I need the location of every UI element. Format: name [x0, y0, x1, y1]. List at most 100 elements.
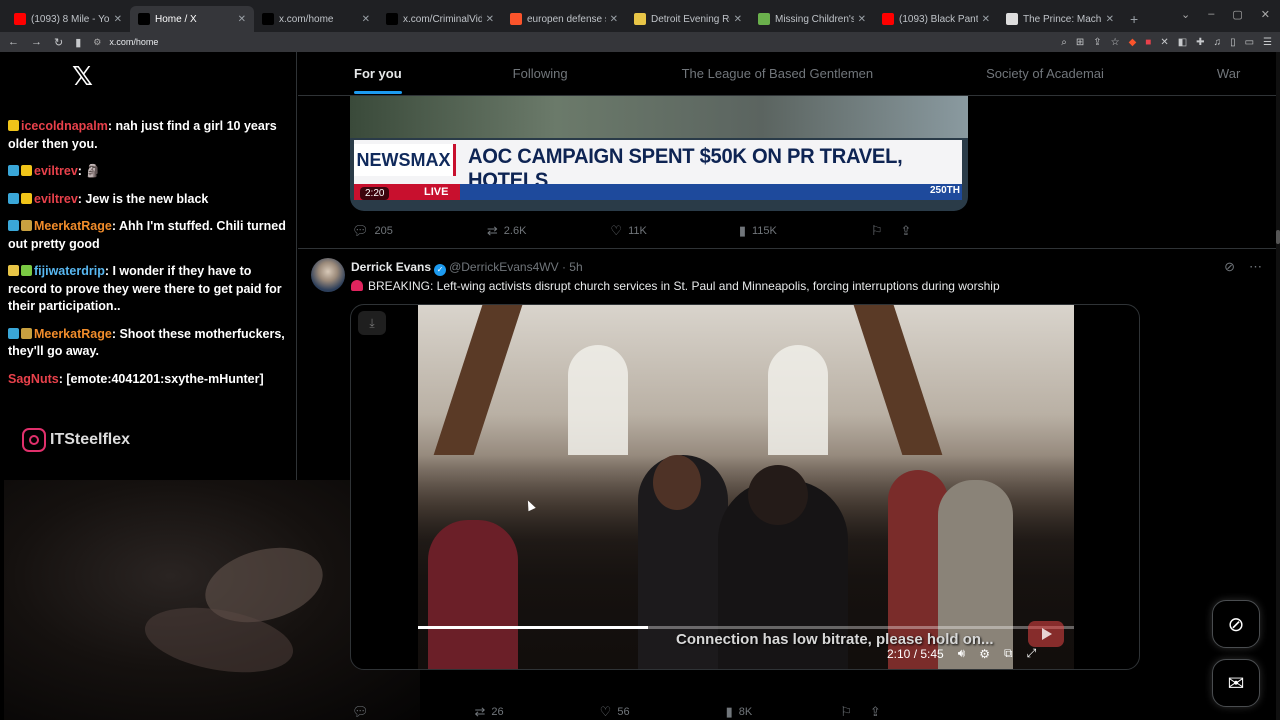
views-icon: ▮ [738, 223, 746, 238]
x-logo-icon[interactable]: 𝕏 [72, 62, 93, 92]
grok-button[interactable]: ⊘ [1212, 600, 1260, 648]
browser-tab[interactable]: europen defense spending - Brave S ✕ [502, 6, 626, 32]
repost-button[interactable]: ⇄ 26 [475, 704, 504, 720]
browser-tab[interactable]: The Prince: Machiavelli, Niccolò: 978 ✕ [998, 6, 1122, 32]
site-info-icon[interactable]: ⚙ [93, 37, 101, 48]
chat-badge-icon [21, 165, 32, 176]
wallet-icon[interactable]: ▭ [1245, 37, 1254, 48]
chat-username: SagNuts [8, 371, 59, 386]
back-icon[interactable]: ← [8, 36, 19, 49]
instagram-icon [22, 428, 46, 452]
browser-tab[interactable]: (1093) Black Panther Says Ice is Gon ✕ [874, 6, 998, 32]
zoom-icon[interactable]: ⌕ [1061, 37, 1067, 48]
tab-for-you[interactable]: For you [354, 52, 402, 96]
repost-button[interactable]: ⇄ 2.6K [487, 223, 527, 239]
music-icon[interactable]: ♫ [1214, 37, 1222, 48]
scrollbar-thumb[interactable] [1276, 230, 1280, 244]
church-window-2 [768, 345, 828, 455]
menu-icon[interactable]: ☰ [1263, 37, 1272, 48]
messages-button[interactable]: ✉ [1212, 659, 1260, 707]
avatar[interactable] [311, 258, 345, 292]
chevron-down-icon[interactable]: ⌄ [1181, 8, 1190, 21]
author-name[interactable]: Derrick Evans [351, 260, 431, 274]
post-more-controls: ⊘ ⋯ [1224, 259, 1262, 275]
chat-badge-icon [8, 120, 19, 131]
brave-shield-icon[interactable]: ◆ [1129, 37, 1137, 48]
like-button[interactable]: ♡ 56 [600, 704, 630, 720]
live-label: LIVE [424, 186, 449, 198]
video-time: 2:10 / 5:45 [887, 646, 944, 661]
tab-league-of-based-gentlemen[interactable]: The League of Based Gentlemen [682, 52, 874, 96]
views-button[interactable]: ▮ 115K [739, 223, 777, 239]
grok-icon[interactable]: ⊘ [1224, 259, 1235, 275]
tab-war[interactable]: War [1217, 52, 1240, 96]
tab-society-of-academai[interactable]: Society of Academai [986, 52, 1104, 96]
browser-tab[interactable]: Detroit Evening Report: Hundreds in ✕ [626, 6, 750, 32]
close-tab-icon[interactable]: ✕ [362, 14, 370, 25]
siren-icon [351, 280, 363, 291]
video-player[interactable]: Connection has low bitrate, please hold … [418, 305, 1074, 669]
download-icon[interactable]: ⤓ [358, 311, 386, 335]
share-icon[interactable]: ⇪ [1093, 37, 1101, 48]
chat-username: MeerkatRage [34, 326, 112, 341]
close-tab-icon[interactable]: ✕ [982, 14, 990, 25]
youtube-play-icon[interactable] [1028, 621, 1064, 647]
fullscreen-icon[interactable]: ⤢ [1027, 646, 1037, 661]
sidebar-icon[interactable]: ▯ [1230, 37, 1236, 48]
star-icon[interactable]: ☆ [1111, 37, 1120, 48]
post1-actions: 💬︎ 205 ⇄ 2.6K ♡ 11K ▮ 115K ⚐ ⇪ [352, 223, 911, 239]
reply-button[interactable]: 💬︎ [352, 704, 375, 720]
puzzle-icon[interactable]: ✚ [1196, 37, 1204, 48]
browser-tab[interactable]: (1093) 8 Mile - YouTube ✕ [6, 6, 130, 32]
church-arch [433, 305, 523, 455]
new-tab-button[interactable]: + [1122, 11, 1146, 32]
close-tab-icon[interactable]: ✕ [1106, 14, 1114, 25]
chat-badge-icon [8, 220, 19, 231]
person-center-head [653, 455, 701, 510]
forward-icon[interactable]: → [31, 36, 42, 49]
browser-tab[interactable]: Missing Children's Statistics - Global ✕ [750, 6, 874, 32]
reply-button[interactable]: 💬︎ 205 [352, 223, 393, 239]
tab-following[interactable]: Following [513, 52, 568, 96]
browser-tab[interactable]: x.com/CriminalVids/status/20123115 ✕ [378, 6, 502, 32]
video-progress-bar[interactable] [418, 626, 1074, 629]
settings-icon[interactable]: ⚙ [979, 647, 990, 661]
close-tab-icon[interactable]: ✕ [734, 14, 742, 25]
translate-icon[interactable]: ⊞ [1076, 37, 1084, 48]
close-tab-icon[interactable]: ✕ [238, 14, 246, 25]
author-handle[interactable]: @DerrickEvans4WV [449, 260, 559, 274]
browser-tab[interactable]: Home / X ✕ [130, 6, 254, 32]
close-tab-icon[interactable]: ✕ [610, 14, 618, 25]
reload-icon[interactable]: ↻ [54, 36, 63, 49]
minimize-icon[interactable]: – [1208, 8, 1214, 21]
scrollbar[interactable] [1276, 52, 1280, 720]
like-button[interactable]: ♡ 11K [610, 223, 646, 239]
x-extension-icon[interactable]: ✕ [1160, 37, 1168, 48]
close-tab-icon[interactable]: ✕ [858, 14, 866, 25]
more-icon[interactable]: ⋯ [1249, 259, 1262, 275]
mail-icon: ✉ [1227, 672, 1245, 695]
browser-tab[interactable]: x.com/home ✕ [254, 6, 378, 32]
chat-badge-icon [8, 265, 19, 276]
close-tab-icon[interactable]: ✕ [486, 14, 494, 25]
extension-icon[interactable]: ■ [1145, 37, 1151, 48]
extension-icon-2[interactable]: ◧ [1178, 37, 1187, 48]
browser-tab-title: (1093) 8 Mile - YouTube [31, 13, 110, 25]
post-video-frame[interactable]: ⤓ Connection has low bitrate, please hol… [350, 304, 1140, 670]
url-field[interactable]: x.com/home [109, 37, 1061, 47]
post-video-newsmax[interactable]: NEWSMAX AOC CAMPAIGN SPENT $50K ON PR TR… [350, 96, 968, 211]
chat-text: : 🗿 [77, 164, 101, 178]
views-button[interactable]: ▮ 8K [726, 704, 753, 720]
volume-icon[interactable]: 🔊︎ [958, 646, 966, 661]
bookmark-icon[interactable]: ▮ [75, 36, 81, 49]
share-button[interactable]: ⇪ [901, 223, 918, 239]
pip-icon[interactable]: ⧉ [1004, 646, 1013, 661]
post-time[interactable]: · 5h [562, 260, 583, 274]
share-button[interactable]: ⇪ [870, 704, 887, 720]
close-icon[interactable]: ✕ [1261, 8, 1270, 21]
bookmark-button[interactable]: ⚐ [871, 223, 889, 239]
chat-badge-icon [21, 265, 32, 276]
bookmark-button[interactable]: ⚐ [840, 704, 858, 720]
close-tab-icon[interactable]: ✕ [114, 14, 122, 25]
maximize-icon[interactable]: ▢ [1232, 8, 1242, 21]
